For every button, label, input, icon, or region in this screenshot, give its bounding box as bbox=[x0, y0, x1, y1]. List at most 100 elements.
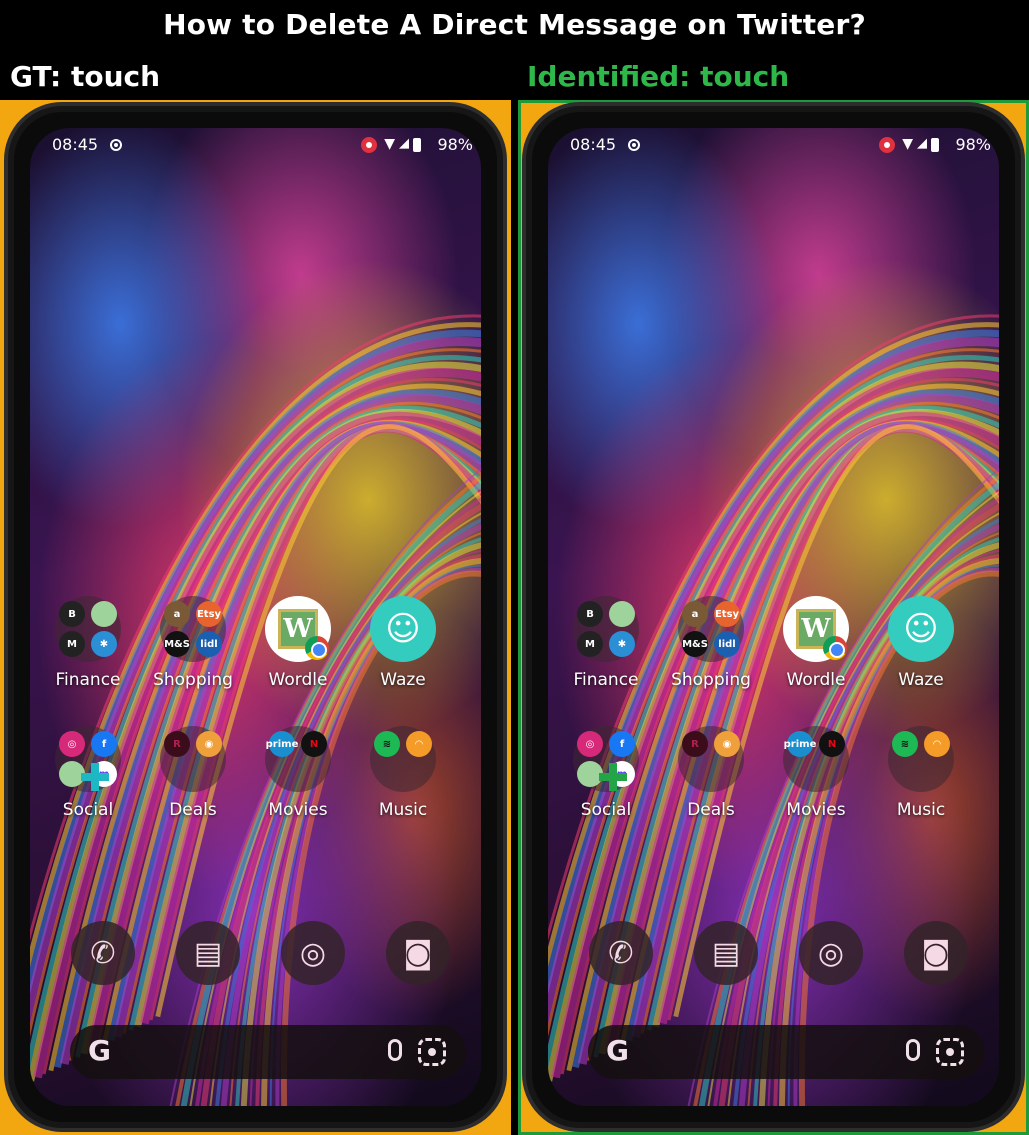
app-label: Wordle bbox=[786, 670, 846, 690]
chrome-icon[interactable]: ◎ bbox=[281, 921, 345, 985]
google-logo-icon: G bbox=[88, 1034, 111, 1067]
folder-icon: ≋ ◠ bbox=[888, 726, 954, 792]
phone-frame: 08:45 ▼ ◢ 98% B M ✱ Finance a Etsy M&S lidl Shopping… bbox=[522, 102, 1025, 1132]
app-music[interactable]: ≋ ◠ Music bbox=[871, 726, 971, 820]
folder-icon: R ◉ bbox=[160, 726, 226, 792]
app-label: Waze bbox=[380, 670, 426, 690]
status-bar: 08:45 ▼ ◢ 98% bbox=[30, 128, 481, 164]
folder-app-icon: lidl bbox=[714, 631, 740, 657]
folder-icon: prime N bbox=[783, 726, 849, 792]
identified-label: Identified: touch bbox=[527, 60, 790, 93]
gt-panel: 08:45 ▼ ◢ 98% B M ✱ Finance a Etsy M&S lidl Shopping… bbox=[0, 100, 511, 1135]
folder-app-icon bbox=[609, 601, 635, 627]
app-label: Music bbox=[896, 800, 946, 820]
app-label: Finance bbox=[573, 670, 639, 690]
app-label: Wordle bbox=[268, 670, 328, 690]
app-label: Social bbox=[62, 800, 114, 820]
folder-app-icon: M&S bbox=[682, 631, 708, 657]
folder-app-icon: B bbox=[577, 601, 603, 627]
folder-app-icon: ✱ bbox=[91, 631, 117, 657]
recording-icon bbox=[361, 137, 377, 153]
battery-percent: 98% bbox=[437, 135, 473, 154]
folder-app-icon: ✱ bbox=[609, 631, 635, 657]
folder-app-icon: ◎ bbox=[59, 731, 85, 757]
phone-frame: 08:45 ▼ ◢ 98% B M ✱ Finance a Etsy M&S lidl Shopping… bbox=[4, 102, 507, 1132]
app-waze[interactable]: ☺ Waze bbox=[353, 596, 453, 690]
folder-icon: a Etsy M&S lidl bbox=[160, 596, 226, 662]
microphone-icon[interactable] bbox=[906, 1039, 920, 1061]
lens-icon[interactable] bbox=[936, 1038, 964, 1066]
identified-touch-marker bbox=[599, 763, 627, 791]
lens-icon[interactable] bbox=[418, 1038, 446, 1066]
app-label: Shopping bbox=[671, 670, 751, 690]
folder-icon: ≋ ◠ bbox=[370, 726, 436, 792]
battery-icon bbox=[931, 138, 939, 152]
app-movies[interactable]: prime N Movies bbox=[248, 726, 348, 820]
folder-app-icon: Etsy bbox=[714, 601, 740, 627]
battery-icon bbox=[413, 138, 421, 152]
app-movies[interactable]: prime N Movies bbox=[766, 726, 866, 820]
status-bar: 08:45 ▼ ◢ 98% bbox=[548, 128, 999, 164]
folder-app-icon: R bbox=[164, 731, 190, 757]
folder-app-icon: ◠ bbox=[924, 731, 950, 757]
folder-app-icon: a bbox=[682, 601, 708, 627]
signal-icon: ◢ bbox=[399, 136, 409, 151]
app-finance[interactable]: B M ✱ Finance bbox=[38, 596, 138, 690]
app-finance[interactable]: B M ✱ Finance bbox=[556, 596, 656, 690]
app-label: Movies bbox=[268, 800, 328, 820]
chrome-badge-icon bbox=[305, 636, 329, 660]
waze-glyph: ☺ bbox=[903, 609, 939, 649]
camera-icon[interactable]: ◙ bbox=[904, 921, 968, 985]
folder-app-icon: ◠ bbox=[406, 731, 432, 757]
app-deals[interactable]: R ◉ Deals bbox=[143, 726, 243, 820]
folder-app-icon: a bbox=[164, 601, 190, 627]
screen-record-icon bbox=[628, 139, 640, 151]
app-label: Finance bbox=[55, 670, 121, 690]
app-deals[interactable]: R ◉ Deals bbox=[661, 726, 761, 820]
status-time: 08:45 bbox=[52, 135, 99, 154]
app-shopping[interactable]: a Etsy M&S lidl Shopping bbox=[661, 596, 761, 690]
waze-icon: ☺ bbox=[888, 596, 954, 662]
folder-app-icon: N bbox=[819, 731, 845, 757]
wifi-icon: ▼ bbox=[384, 136, 395, 152]
app-shopping[interactable]: a Etsy M&S lidl Shopping bbox=[143, 596, 243, 690]
app-label: Shopping bbox=[153, 670, 233, 690]
app-wordle[interactable]: W Wordle bbox=[766, 596, 866, 690]
folder-icon: prime N bbox=[265, 726, 331, 792]
folder-app-icon: prime bbox=[266, 731, 298, 757]
folder-app-icon bbox=[91, 601, 117, 627]
google-search-bar[interactable]: G bbox=[70, 1025, 466, 1079]
folder-app-icon: prime bbox=[784, 731, 816, 757]
camera-icon[interactable]: ◙ bbox=[386, 921, 450, 985]
folder-app-icon: B bbox=[59, 601, 85, 627]
identified-panel: 08:45 ▼ ◢ 98% B M ✱ Finance a Etsy M&S lidl Shopping… bbox=[518, 100, 1029, 1135]
google-search-bar[interactable]: G bbox=[588, 1025, 984, 1079]
wordle-icon: W bbox=[783, 596, 849, 662]
microphone-icon[interactable] bbox=[388, 1039, 402, 1061]
messages-icon[interactable]: ▤ bbox=[694, 921, 758, 985]
folder-app-icon: M&S bbox=[164, 631, 190, 657]
status-time: 08:45 bbox=[570, 135, 617, 154]
folder-app-icon: f bbox=[609, 731, 635, 757]
chrome-icon[interactable]: ◎ bbox=[799, 921, 863, 985]
phone-icon[interactable]: ✆ bbox=[589, 921, 653, 985]
folder-app-icon: R bbox=[682, 731, 708, 757]
folder-app-icon: ◉ bbox=[714, 731, 740, 757]
messages-icon[interactable]: ▤ bbox=[176, 921, 240, 985]
folder-app-icon: N bbox=[301, 731, 327, 757]
phone-icon[interactable]: ✆ bbox=[71, 921, 135, 985]
app-label: Music bbox=[378, 800, 428, 820]
folder-app-icon: ≋ bbox=[374, 731, 400, 757]
app-label: Deals bbox=[169, 800, 217, 820]
folder-app-icon: M bbox=[59, 631, 85, 657]
app-label: Deals bbox=[687, 800, 735, 820]
battery-percent: 98% bbox=[955, 135, 991, 154]
page-title: How to Delete A Direct Message on Twitte… bbox=[163, 8, 866, 41]
folder-app-icon: ◎ bbox=[577, 731, 603, 757]
folder-app-icon: Etsy bbox=[196, 601, 222, 627]
app-wordle[interactable]: W Wordle bbox=[248, 596, 348, 690]
app-music[interactable]: ≋ ◠ Music bbox=[353, 726, 453, 820]
app-label: Movies bbox=[786, 800, 846, 820]
waze-glyph: ☺ bbox=[385, 609, 421, 649]
app-waze[interactable]: ☺ Waze bbox=[871, 596, 971, 690]
